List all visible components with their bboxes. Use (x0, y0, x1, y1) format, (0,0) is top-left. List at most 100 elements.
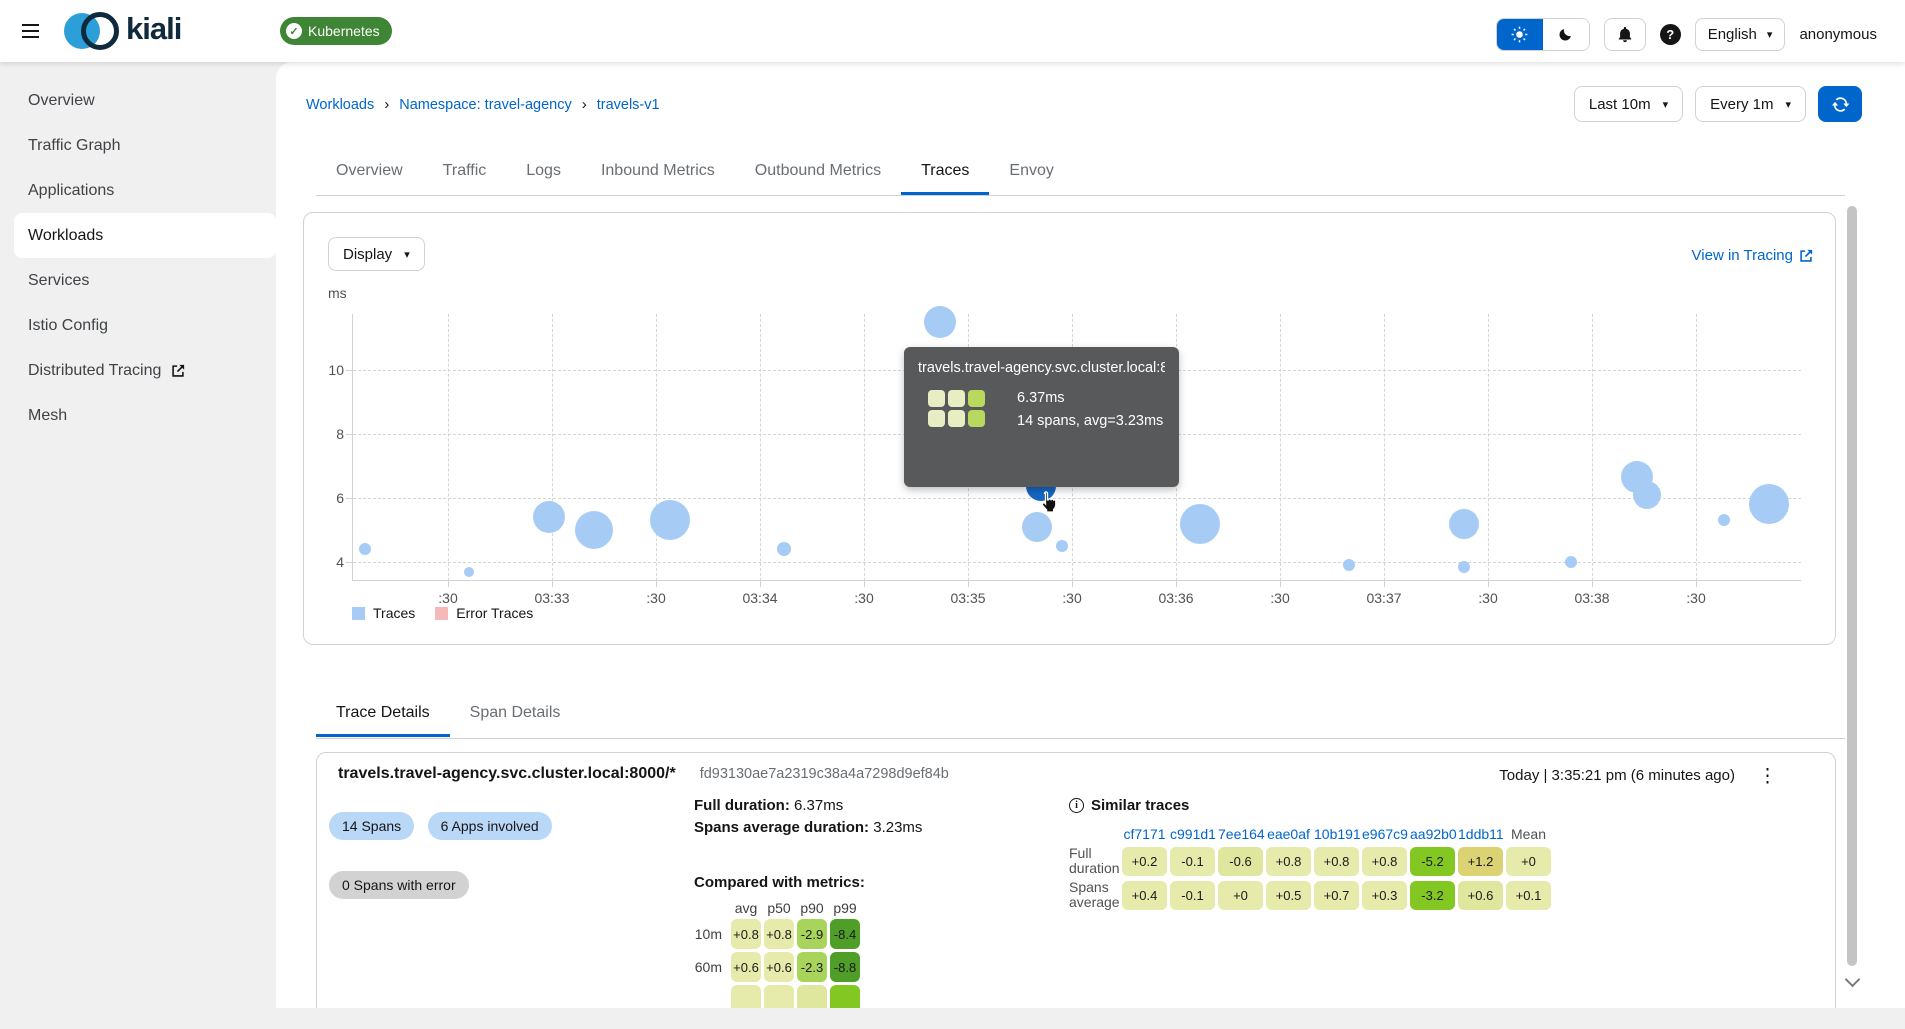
trace-bubble[interactable] (649, 500, 690, 541)
sidebar-item-applications[interactable]: Applications (0, 168, 276, 213)
x-gridline (760, 314, 761, 581)
legend-traces[interactable]: Traces (352, 605, 415, 621)
external-link-icon (1800, 249, 1813, 262)
chevron-down-icon: ▾ (1662, 98, 1669, 111)
heat-cell: +0.8 (1362, 846, 1407, 876)
similar-trace-link[interactable]: eae0af (1266, 826, 1311, 842)
kebab-menu-icon[interactable]: ⋮ (1750, 763, 1785, 790)
sidebar-item-label: Services (28, 272, 90, 289)
tab-trace-details[interactable]: Trace Details (316, 692, 450, 737)
details-tabs-divider (316, 738, 1845, 739)
tab-traffic[interactable]: Traffic (423, 150, 507, 194)
hamburger-menu-icon[interactable] (22, 24, 39, 38)
sidebar-item-mesh[interactable]: Mesh (0, 393, 276, 438)
chevron-right-icon: › (581, 96, 587, 113)
chevron-down-icon: ▾ (404, 248, 410, 261)
x-gridline (552, 314, 553, 581)
similar-trace-link[interactable]: 1ddb11 (1458, 826, 1504, 842)
duration-dropdown[interactable]: Last 10m ▾ (1573, 86, 1684, 122)
chevron-right-icon: › (384, 96, 390, 113)
x-tick-mark (448, 581, 449, 587)
metric-column-header: p90 (800, 900, 824, 916)
heat-cell: -0.1 (1170, 846, 1215, 876)
duration-label: Last 10m (1588, 95, 1651, 113)
moon-icon (1559, 29, 1572, 41)
y-axis-unit-label: ms (328, 285, 347, 301)
sidebar-item-services[interactable]: Services (0, 258, 276, 303)
tabs-divider (316, 195, 1845, 196)
display-dropdown[interactable]: Display ▾ (328, 237, 425, 271)
similar-trace-link[interactable]: e967c9 (1362, 826, 1408, 842)
x-gridline (864, 314, 865, 581)
trace-bubble[interactable] (1448, 508, 1479, 539)
breadcrumb-workload-name[interactable]: travels-v1 (597, 97, 660, 113)
trace-bubble[interactable] (1717, 514, 1730, 527)
similar-trace-link[interactable]: c991d1 (1170, 826, 1216, 842)
heat-cell: +0.3 (1362, 880, 1407, 910)
masthead: kiali ✓ Kubernetes ? English ▾ anonymous (0, 0, 1905, 62)
heat-cell: +0.6 (1458, 880, 1503, 910)
trace-bubble[interactable] (1457, 560, 1470, 573)
breadcrumb-workloads[interactable]: Workloads (306, 97, 374, 113)
vertical-scrollbar[interactable] (1847, 206, 1857, 966)
similar-trace-link[interactable]: 10b191 (1314, 826, 1361, 842)
view-in-tracing-link[interactable]: View in Tracing (1692, 247, 1813, 264)
breadcrumb: Workloads › Namespace: travel-agency › t… (306, 96, 660, 113)
language-dropdown[interactable]: English ▾ (1694, 18, 1786, 51)
tab-inbound-metrics[interactable]: Inbound Metrics (581, 150, 735, 194)
sidebar-item-overview[interactable]: Overview (0, 78, 276, 123)
chevron-down-icon: ▾ (1785, 98, 1791, 111)
sidebar-item-distributed-tracing[interactable]: Distributed Tracing (0, 348, 276, 393)
similar-trace-link[interactable]: cf7171 (1122, 826, 1167, 842)
breadcrumb-namespace[interactable]: Namespace: travel-agency (399, 97, 571, 113)
trace-bubble[interactable] (1633, 480, 1662, 509)
username: anonymous (1799, 26, 1877, 43)
dark-theme-button[interactable] (1542, 19, 1589, 50)
sync-icon (1831, 96, 1849, 112)
heat-cell: +0.1 (1506, 880, 1551, 910)
refresh-button[interactable] (1818, 86, 1862, 122)
trace-bubble[interactable] (1180, 503, 1221, 544)
sidebar-item-traffic-graph[interactable]: Traffic Graph (0, 123, 276, 168)
refresh-interval-dropdown[interactable]: Every 1m ▾ (1695, 86, 1806, 122)
trace-bubble[interactable] (463, 566, 474, 577)
trace-bubble[interactable] (1022, 511, 1053, 542)
trace-bubble[interactable] (777, 542, 792, 557)
heat-cell: +0.8 (731, 919, 761, 949)
help-icon[interactable]: ? (1659, 24, 1681, 45)
x-tick-label: :30 (1062, 590, 1082, 606)
brand-title: kiali (126, 11, 182, 46)
sidebar-item-label: Istio Config (28, 317, 109, 334)
similar-trace-link[interactable]: aa92b0 (1410, 826, 1457, 842)
tooltip-span-square (968, 410, 985, 427)
notifications-button[interactable] (1603, 18, 1646, 51)
sidebar-item-workloads[interactable]: Workloads (14, 213, 276, 258)
x-gridline (1384, 314, 1385, 581)
similar-traces-heading: Similar traces (1091, 797, 1190, 814)
heat-cell: +0.8 (1314, 846, 1359, 876)
legend-error-traces[interactable]: Error Traces (435, 605, 533, 621)
tab-outbound-metrics[interactable]: Outbound Metrics (735, 150, 901, 194)
metric-row-label: 10m (694, 926, 722, 942)
tab-span-details[interactable]: Span Details (450, 692, 581, 736)
trace-bubble[interactable] (1565, 556, 1578, 568)
trace-bubble[interactable] (574, 511, 613, 549)
trace-bubble[interactable] (532, 501, 565, 534)
heat-cell: +0.2 (1122, 846, 1167, 876)
sidebar-item-istio-config[interactable]: Istio Config (0, 303, 276, 348)
trace-bubble[interactable] (1748, 484, 1789, 525)
similar-trace-link[interactable]: 7ee164 (1218, 826, 1265, 842)
trace-bubble[interactable] (358, 543, 371, 556)
x-tick-label: :30 (854, 590, 874, 606)
tab-envoy[interactable]: Envoy (989, 150, 1073, 194)
trace-bubble[interactable] (1343, 559, 1356, 572)
y-tick-label: 6 (336, 490, 344, 506)
trace-bubble[interactable] (1055, 540, 1068, 552)
light-theme-button[interactable] (1496, 19, 1543, 50)
tooltip-span-square (968, 390, 985, 407)
kiali-logo: kiali (64, 10, 254, 52)
tab-traces[interactable]: Traces (901, 150, 990, 195)
tab-logs[interactable]: Logs (506, 150, 581, 194)
trace-bubble[interactable] (924, 306, 957, 338)
tab-overview[interactable]: Overview (316, 150, 423, 194)
